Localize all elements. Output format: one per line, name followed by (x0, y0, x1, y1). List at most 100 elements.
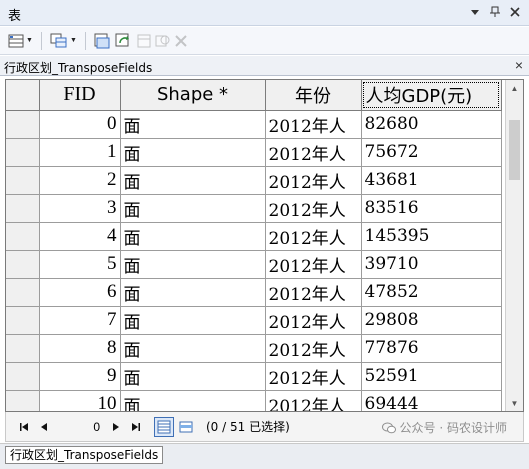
zoom-to-selected-button[interactable] (155, 31, 171, 51)
cell-shape[interactable]: 面 (119, 249, 266, 279)
current-record-input[interactable] (54, 416, 106, 437)
cell-gdp-per-capita[interactable]: 47852 (360, 277, 502, 307)
cell-year[interactable]: 2012年人 (264, 333, 362, 363)
cell-gdp-per-capita[interactable]: 39710 (360, 249, 502, 279)
cell-year[interactable]: 2012年人 (264, 109, 362, 139)
cell-year[interactable]: 2012年人 (264, 361, 362, 391)
column-header-gdp-per-capita[interactable]: 人均GDP(元) (360, 80, 502, 111)
previous-record-button[interactable] (34, 417, 54, 437)
cell-shape[interactable]: 面 (119, 389, 266, 411)
clear-selection-button[interactable] (136, 31, 152, 51)
close-table-button[interactable]: × (515, 57, 523, 73)
table-row[interactable]: 8 面 2012年人 77876 (6, 333, 502, 363)
cell-year[interactable]: 2012年人 (264, 305, 362, 335)
cell-fid[interactable]: 10 (38, 389, 121, 411)
first-record-button[interactable] (14, 417, 34, 437)
table-options-button[interactable]: ▼ (8, 31, 33, 51)
table-tab-strip: 行政区划_TransposeFields × (0, 56, 529, 76)
cell-shape[interactable]: 面 (119, 361, 266, 391)
row-selector[interactable] (6, 165, 40, 195)
scroll-down-icon[interactable]: ▼ (506, 395, 523, 411)
cell-fid[interactable]: 2 (38, 165, 121, 195)
row-selector[interactable] (6, 109, 40, 139)
cell-gdp-per-capita[interactable]: 29808 (360, 305, 502, 335)
cell-fid[interactable]: 7 (38, 305, 121, 335)
selection-count: (0 / 51 已选择) (206, 420, 290, 434)
cell-shape[interactable]: 面 (119, 109, 266, 139)
select-by-attributes-button[interactable] (94, 31, 112, 51)
row-selector-header[interactable] (6, 80, 40, 111)
cell-fid[interactable]: 0 (38, 109, 121, 139)
cell-year[interactable]: 2012年人 (264, 165, 362, 195)
cell-fid[interactable]: 6 (38, 277, 121, 307)
cell-shape[interactable]: 面 (119, 193, 266, 223)
bottom-tab-strip: 行政区划_TransposeFields (0, 443, 529, 469)
cell-year[interactable]: 2012年人 (264, 193, 362, 223)
window-title: 表 (8, 9, 22, 24)
table-row[interactable]: 2 面 2012年人 43681 (6, 165, 502, 195)
table-row[interactable]: 0 面 2012年人 82680 (6, 109, 502, 139)
show-all-records-button[interactable] (154, 416, 174, 437)
row-selector[interactable] (6, 305, 40, 335)
cell-shape[interactable]: 面 (119, 165, 266, 195)
row-selector[interactable] (6, 137, 40, 167)
table-tab-name[interactable]: 行政区划_TransposeFields (4, 59, 152, 76)
show-selected-records-button[interactable] (176, 417, 196, 437)
cell-shape[interactable]: 面 (119, 137, 266, 167)
cell-gdp-per-capita[interactable]: 83516 (360, 193, 502, 223)
watermark-text: 公众号 · 码农设计师 (399, 421, 507, 435)
table-row[interactable]: 1 面 2012年人 75672 (6, 137, 502, 167)
cell-fid[interactable]: 4 (38, 221, 121, 251)
cell-fid[interactable]: 5 (38, 249, 121, 279)
cell-fid[interactable]: 1 (38, 137, 121, 167)
cell-gdp-per-capita[interactable]: 52591 (360, 361, 502, 391)
related-tables-button[interactable]: ▼ (50, 31, 77, 51)
table-row[interactable]: 6 面 2012年人 47852 (6, 277, 502, 307)
delete-selected-button[interactable] (174, 31, 188, 51)
column-header-fid[interactable]: FID (38, 80, 121, 111)
bottom-table-tab[interactable]: 行政区划_TransposeFields (5, 446, 164, 464)
table-row[interactable]: 9 面 2012年人 52591 (6, 361, 502, 391)
table-row[interactable]: 10 面 2012年人 69444 (6, 389, 502, 411)
table-row[interactable]: 4 面 2012年人 145395 (6, 221, 502, 251)
cell-year[interactable]: 2012年人 (264, 221, 362, 251)
cell-fid[interactable]: 9 (38, 361, 121, 391)
scroll-up-icon[interactable]: ▲ (506, 80, 523, 96)
cell-fid[interactable]: 3 (38, 193, 121, 223)
row-selector[interactable] (6, 249, 40, 279)
column-header-year[interactable]: 年份 (264, 80, 362, 111)
window-menu-dropdown-icon[interactable] (467, 4, 483, 20)
cell-gdp-per-capita[interactable]: 69444 (360, 389, 502, 411)
row-selector[interactable] (6, 277, 40, 307)
close-window-button[interactable] (507, 4, 523, 20)
cell-shape[interactable]: 面 (119, 305, 266, 335)
cell-year[interactable]: 2012年人 (264, 249, 362, 279)
row-selector[interactable] (6, 221, 40, 251)
cell-gdp-per-capita[interactable]: 82680 (360, 109, 502, 139)
vertical-scrollbar[interactable]: ▲ ▼ (505, 80, 523, 411)
table-row[interactable]: 5 面 2012年人 39710 (6, 249, 502, 279)
row-selector[interactable] (6, 389, 40, 411)
switch-selection-button[interactable] (115, 31, 133, 51)
table-row[interactable]: 7 面 2012年人 29808 (6, 305, 502, 335)
auto-hide-pin-icon[interactable] (487, 4, 503, 20)
cell-gdp-per-capita[interactable]: 75672 (360, 137, 502, 167)
cell-gdp-per-capita[interactable]: 77876 (360, 333, 502, 363)
scrollbar-thumb[interactable] (509, 120, 520, 180)
row-selector[interactable] (6, 333, 40, 363)
column-header-shape[interactable]: Shape * (119, 80, 266, 111)
cell-year[interactable]: 2012年人 (264, 137, 362, 167)
row-selector[interactable] (6, 193, 40, 223)
table-row[interactable]: 3 面 2012年人 83516 (6, 193, 502, 223)
cell-shape[interactable]: 面 (119, 277, 266, 307)
cell-year[interactable]: 2012年人 (264, 389, 362, 411)
cell-shape[interactable]: 面 (119, 333, 266, 363)
cell-shape[interactable]: 面 (119, 221, 266, 251)
cell-fid[interactable]: 8 (38, 333, 121, 363)
next-record-button[interactable] (106, 417, 126, 437)
last-record-button[interactable] (126, 417, 146, 437)
cell-year[interactable]: 2012年人 (264, 277, 362, 307)
cell-gdp-per-capita[interactable]: 145395 (360, 221, 502, 251)
row-selector[interactable] (6, 361, 40, 391)
cell-gdp-per-capita[interactable]: 43681 (360, 165, 502, 195)
